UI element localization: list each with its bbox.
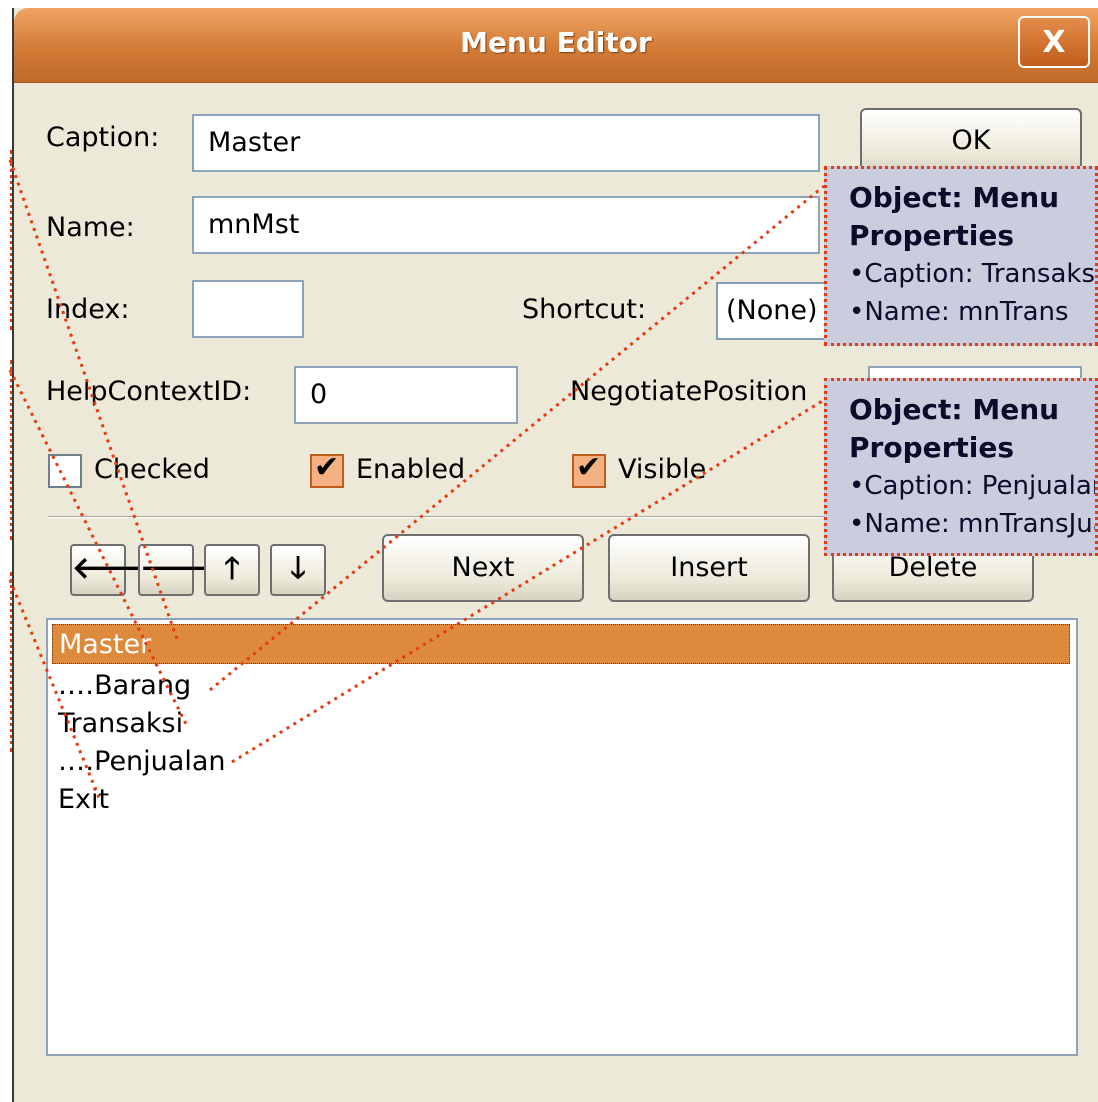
visible-label: Visible [618, 454, 707, 485]
up-arrow-icon: 🡑 [224, 551, 240, 586]
index-label: Index: [46, 294, 130, 325]
checkmark-icon: ✔ [576, 450, 602, 485]
insert-button[interactable]: Insert [608, 534, 810, 602]
name-label: Name: [46, 212, 135, 243]
title-bar: Menu Editor X [14, 8, 1098, 83]
callout-heading: Properties [849, 431, 1015, 464]
menu-list[interactable]: Master ․․․․Barang Transaksi ․․․․Penjuala… [46, 618, 1078, 1056]
name-input[interactable]: mnMst [192, 196, 820, 254]
callout-transaksi: Object: Menu Properties •Caption: Transa… [824, 166, 1098, 346]
visible-checkbox[interactable]: ✔ [572, 450, 606, 488]
caption-label: Caption: [46, 122, 160, 153]
index-input[interactable] [192, 280, 304, 338]
callout-name: •Name: mnTransJual [849, 509, 1098, 539]
shortcut-select[interactable]: (None) [716, 282, 826, 340]
callout-heading: Properties [849, 219, 1015, 252]
left-arrow-button[interactable]: 🡐 [70, 544, 152, 596]
list-item[interactable]: Exit [58, 780, 109, 820]
negotiateposition-label: NegotiatePosition [570, 376, 808, 407]
checked-checkbox[interactable] [48, 454, 82, 488]
helpcontextid-input[interactable]: 0 [294, 366, 518, 424]
checked-label: Checked [94, 454, 210, 485]
next-button[interactable]: Next [382, 534, 584, 602]
ok-button[interactable]: OK [860, 108, 1082, 174]
list-item[interactable]: Master [52, 624, 1070, 664]
down-arrow-icon: 🡓 [290, 551, 306, 586]
callout-heading: Object: Menu [849, 393, 1060, 426]
enabled-label: Enabled [356, 454, 466, 485]
down-arrow-button[interactable]: 🡓 [270, 544, 326, 596]
callout-caption: •Caption: Penjualan [849, 471, 1098, 501]
enabled-checkbox[interactable]: ✔ [310, 450, 344, 488]
window-title: Menu Editor [460, 26, 652, 59]
checkmark-icon: ✔ [314, 450, 340, 485]
callout-caption: •Caption: Transaksi [849, 259, 1098, 289]
list-item[interactable]: Transaksi [58, 704, 183, 744]
callout-penjualan: Object: Menu Properties •Caption: Penjua… [824, 378, 1098, 556]
helpcontextid-label: HelpContextID: [46, 376, 252, 407]
callout-heading: Object: Menu [849, 181, 1060, 214]
list-item[interactable]: ․․․․Barang [58, 666, 191, 706]
shortcut-label: Shortcut: [522, 294, 647, 325]
right-arrow-button[interactable]: 🡒 [138, 544, 220, 596]
up-arrow-button[interactable]: 🡑 [204, 544, 260, 596]
close-button[interactable]: X [1018, 16, 1090, 68]
list-item[interactable]: ․․․․Penjualan [58, 742, 225, 782]
callout-name: •Name: mnTrans [849, 297, 1069, 327]
caption-input[interactable]: Master [192, 114, 820, 172]
